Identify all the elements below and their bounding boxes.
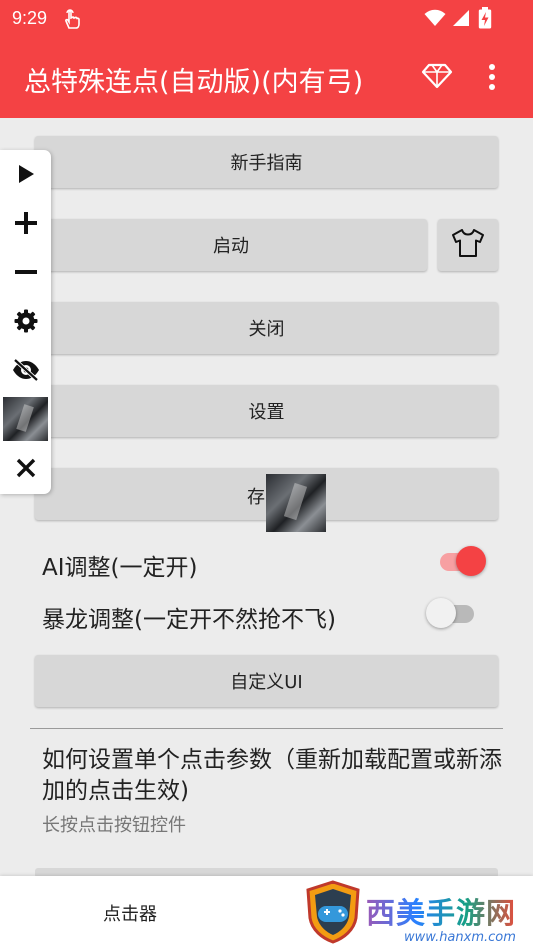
guide-button[interactable]: 新手指南 xyxy=(35,136,498,188)
start-button[interactable]: 启动 xyxy=(35,219,427,271)
app-title: 总特殊连点(自动版)(内有弓) xyxy=(24,67,364,98)
save-button-label: 存 xyxy=(247,487,265,508)
divider xyxy=(30,728,503,729)
close-button[interactable]: 关闭 xyxy=(35,302,498,354)
signal-icon xyxy=(452,9,470,31)
shirt-icon xyxy=(451,228,485,263)
status-time: 9:29 xyxy=(12,8,48,28)
eye-off-icon[interactable] xyxy=(12,356,40,384)
dino-adjust-switch[interactable] xyxy=(426,598,474,630)
theme-button[interactable] xyxy=(438,219,498,271)
battery-charging-icon xyxy=(478,7,492,33)
more-vert-icon[interactable] xyxy=(488,62,496,96)
floating-toolbar xyxy=(0,150,51,494)
floating-thumbnail[interactable] xyxy=(266,474,326,532)
status-bar: 9:29 xyxy=(0,0,533,38)
dino-adjust-label: 暴龙调整(一定开不然抢不飞) xyxy=(42,607,336,633)
info-title: 如何设置单个点击参数（重新加载配置或新添加的点击生效) xyxy=(42,747,502,804)
diamond-icon[interactable] xyxy=(420,58,454,96)
play-icon[interactable] xyxy=(12,160,40,188)
hand-touch-icon xyxy=(62,8,82,34)
wifi-icon xyxy=(424,9,446,31)
minus-icon[interactable] xyxy=(12,258,40,286)
watermark: 西美手游网 www.hanxm.com xyxy=(298,876,533,947)
watermark-text: 西美手游网 xyxy=(366,890,516,932)
app-bar: 总特殊连点(自动版)(内有弓) xyxy=(0,38,533,118)
bottom-nav: 点击器 西美手游网 www.hanxm.com xyxy=(0,876,533,947)
ai-adjust-switch[interactable] xyxy=(440,546,488,578)
gamepad-shield-icon xyxy=(304,880,362,947)
gear-icon[interactable] xyxy=(12,307,40,335)
info-subtitle: 长按点击按钮控件 xyxy=(42,815,186,836)
watermark-url: www.hanxm.com xyxy=(404,930,516,945)
close-icon[interactable] xyxy=(12,454,40,482)
settings-button[interactable]: 设置 xyxy=(35,385,498,437)
ai-adjust-label: AI调整(一定开) xyxy=(42,555,198,581)
tab-clicker[interactable]: 点击器 xyxy=(103,900,157,926)
toolbar-thumbnail[interactable] xyxy=(3,397,48,441)
plus-icon[interactable] xyxy=(12,209,40,237)
custom-ui-button[interactable]: 自定义UI xyxy=(35,655,498,707)
